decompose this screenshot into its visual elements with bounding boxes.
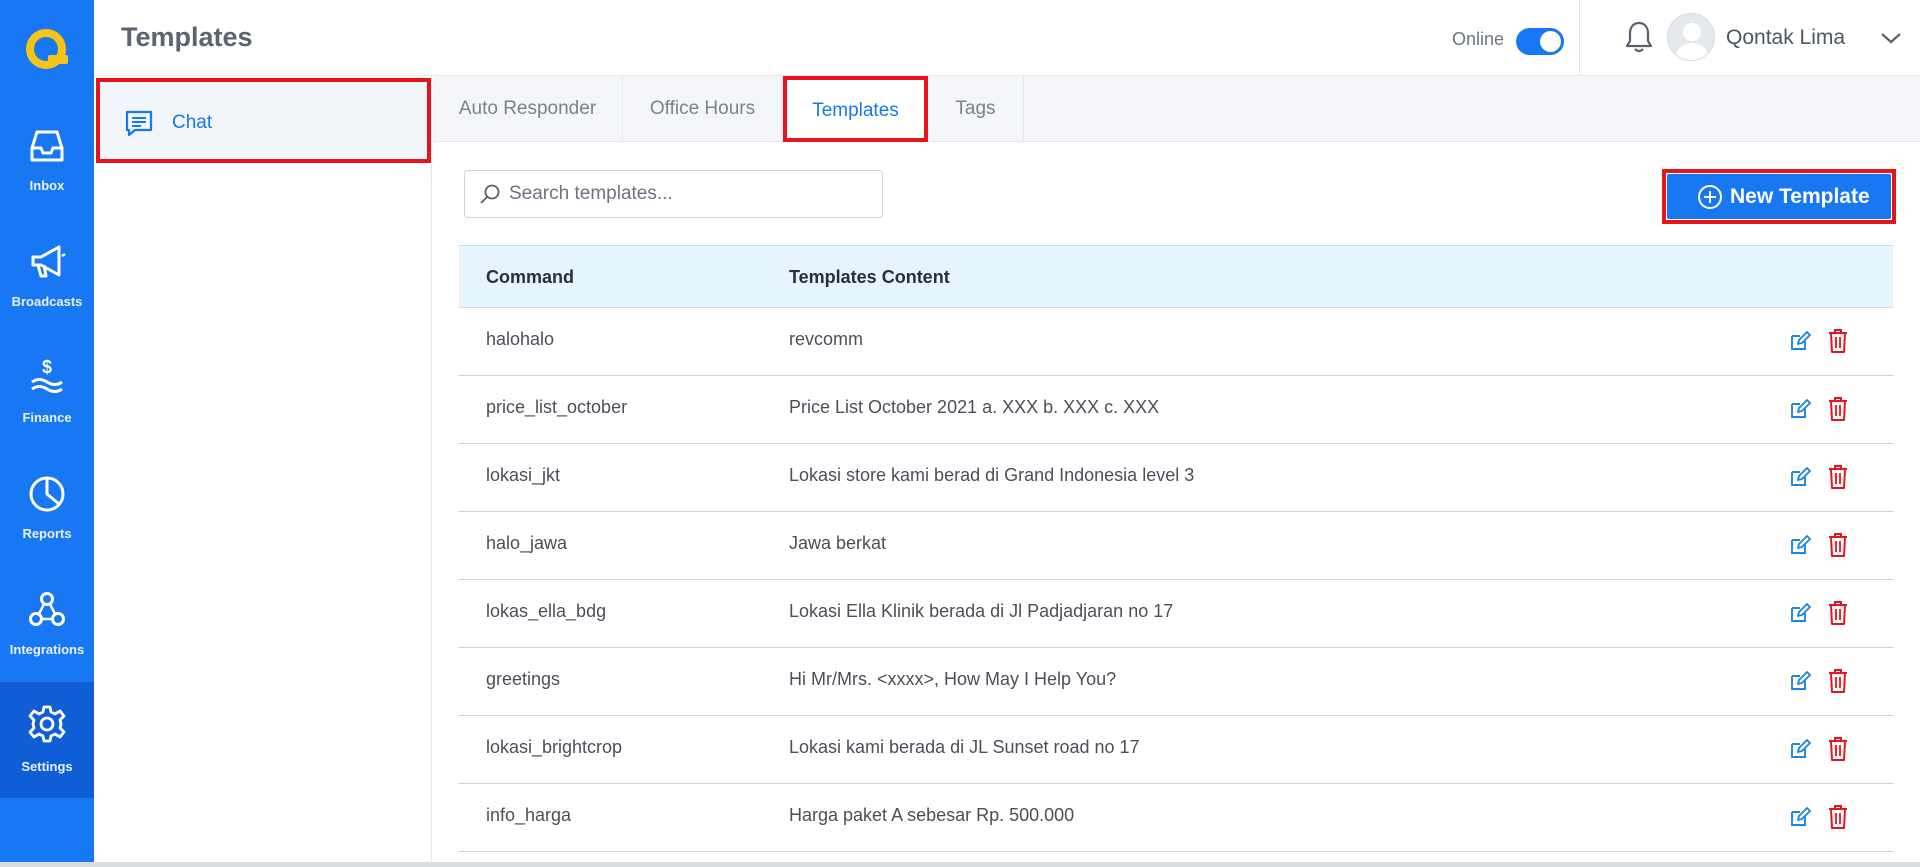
content-cell: Price List October 2021 a. XXX b. XXX c.… xyxy=(789,397,1160,417)
rail-item-inbox[interactable]: Inbox xyxy=(0,116,94,232)
new-template-highlight: New Template xyxy=(1662,169,1896,224)
edit-icon[interactable] xyxy=(1789,534,1811,556)
command-cell: halohalo xyxy=(486,329,555,349)
table-row: lokasi_jkt Lokasi store kami berad di Gra… xyxy=(459,444,1893,512)
edit-icon[interactable] xyxy=(1789,806,1811,828)
content-cell: Hi Mr/Mrs. <xxxx>, How May I Help You? xyxy=(789,669,1117,689)
tab-tags[interactable]: Tags xyxy=(928,76,1024,142)
trash-icon[interactable] xyxy=(1827,532,1849,558)
rail-label-reports: Reports xyxy=(22,526,72,541)
table-row: halohalo revcomm xyxy=(459,308,1893,376)
tab-auto-responder[interactable]: Auto Responder xyxy=(433,76,623,142)
content-cell: revcomm xyxy=(789,329,864,349)
search-input[interactable] xyxy=(509,179,869,209)
command-cell: greetings xyxy=(486,669,561,689)
subnav-item-chat[interactable]: Chat xyxy=(96,78,431,163)
rail-label-integrations: Integrations xyxy=(9,642,85,657)
rail-label-broadcasts: Broadcasts xyxy=(11,294,83,309)
tab-office-hours[interactable]: Office Hours xyxy=(623,76,783,142)
top-header: Templates Online Qontak Lima xyxy=(94,0,1920,76)
subnav-label-chat: Chat xyxy=(172,112,213,133)
rail-label-inbox: Inbox xyxy=(29,178,65,193)
content-cell: Lokasi kami berada di JL Sunset road no … xyxy=(789,737,1140,757)
user-name[interactable]: Qontak Lima xyxy=(1726,26,1845,50)
new-template-label: New Template xyxy=(1730,185,1870,208)
column-header-command: Command xyxy=(486,267,575,287)
bell-icon[interactable] xyxy=(1623,20,1655,54)
user-silhouette-icon xyxy=(1675,23,1709,60)
rail-item-settings[interactable]: Settings xyxy=(0,682,94,798)
online-status-label: Online xyxy=(1452,29,1505,49)
command-cell: lokasi_jkt xyxy=(486,465,561,485)
trash-icon[interactable] xyxy=(1827,736,1849,762)
content-cell: Lokasi store kami berad di Grand Indones… xyxy=(789,465,1195,485)
trash-icon[interactable] xyxy=(1827,804,1849,830)
content-cell: Lokasi Ella Klinik berada di Jl Padjadja… xyxy=(789,601,1174,621)
table-row: lokas_ella_bdg Lokasi Ella Klinik berada … xyxy=(459,580,1893,648)
online-toggle[interactable] xyxy=(1516,28,1564,55)
edit-icon[interactable] xyxy=(1789,466,1811,488)
trash-icon[interactable] xyxy=(1827,668,1849,694)
rail-label-finance: Finance xyxy=(22,410,72,425)
plus-circle-icon xyxy=(1698,185,1722,209)
edit-icon[interactable] xyxy=(1789,398,1811,420)
rail-item-reports[interactable]: Reports xyxy=(0,464,94,580)
command-cell: halo_jawa xyxy=(486,533,568,553)
edit-icon[interactable] xyxy=(1789,330,1811,352)
bottom-strip xyxy=(0,862,1920,867)
content-cell: Harga paket A sebesar Rp. 500.000 xyxy=(789,805,1075,825)
main-sidebar: Inbox Broadcasts $ Finance Reports Integ… xyxy=(0,0,94,867)
edit-icon[interactable] xyxy=(1789,670,1811,692)
command-cell: price_list_october xyxy=(486,397,628,417)
trash-icon[interactable] xyxy=(1827,328,1849,354)
qontak-logo[interactable] xyxy=(22,27,72,71)
inbox-icon xyxy=(30,130,64,162)
settings-tabs: Auto Responder Office Hours Templates Ta… xyxy=(433,76,1920,142)
search-icon xyxy=(480,184,500,204)
table-row: price_list_october Price List October 202… xyxy=(459,376,1893,444)
table-row: greetings Hi Mr/Mrs. <xxxx>, How May I He… xyxy=(459,648,1893,716)
trash-icon[interactable] xyxy=(1827,396,1849,422)
settings-subnav: Chat xyxy=(94,76,432,867)
command-cell: lokasi_brightcrop xyxy=(486,737,623,757)
content-cell: Jawa berkat xyxy=(789,533,887,553)
table-row: lokasi_brightcrop Lokasi kami berada di J… xyxy=(459,716,1893,784)
integrations-icon xyxy=(29,592,65,626)
rail-item-finance[interactable]: $ Finance xyxy=(0,348,94,464)
rail-item-broadcasts[interactable]: Broadcasts xyxy=(0,232,94,348)
rail-label-settings: Settings xyxy=(21,759,73,774)
svg-text:$: $ xyxy=(42,357,52,377)
page-title: Templates xyxy=(121,22,253,52)
command-cell: lokas_ella_bdg xyxy=(486,601,607,621)
trash-icon[interactable] xyxy=(1827,600,1849,626)
chat-icon xyxy=(125,110,153,137)
table-row: info_harga Harga paket A sebesar Rp. 500.… xyxy=(459,784,1893,852)
column-header-content: Templates Content xyxy=(789,267,950,287)
tab-templates[interactable]: Templates xyxy=(783,76,928,142)
table-header: Command Templates Content xyxy=(459,245,1893,308)
gear-icon xyxy=(28,705,66,743)
table-row: halo_jawa Jawa berkat xyxy=(459,512,1893,580)
edit-icon[interactable] xyxy=(1789,602,1811,624)
search-box xyxy=(464,170,883,218)
megaphone-icon xyxy=(31,245,66,278)
new-template-button[interactable]: New Template xyxy=(1667,174,1891,219)
chevron-down-icon[interactable] xyxy=(1880,30,1902,46)
toggle-knob xyxy=(1540,31,1561,52)
header-divider xyxy=(1579,0,1580,76)
command-cell: info_harga xyxy=(486,805,572,825)
finance-icon: $ xyxy=(31,357,63,393)
pie-chart-icon xyxy=(29,476,65,512)
trash-icon[interactable] xyxy=(1827,464,1849,490)
user-avatar[interactable] xyxy=(1667,13,1715,61)
rail-item-integrations[interactable]: Integrations xyxy=(0,580,94,696)
edit-icon[interactable] xyxy=(1789,738,1811,760)
